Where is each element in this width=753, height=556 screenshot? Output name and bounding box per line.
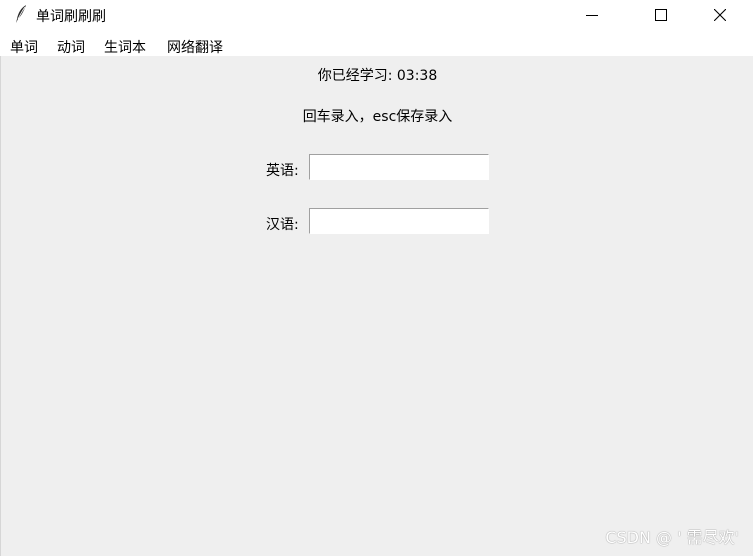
menu-item-vocabulary-book[interactable]: 生词本: [104, 37, 146, 57]
menu-item-verbs[interactable]: 动词: [57, 37, 85, 57]
main-panel: 你已经学习: 03:38 回车录入，esc保存录入 英语: 汉语: CSDN @…: [0, 56, 753, 556]
menu-bar: 单词 动词 生词本 网络翻译: [0, 30, 753, 56]
feather-icon: [12, 4, 30, 24]
menu-item-online-translate[interactable]: 网络翻译: [167, 37, 223, 57]
chinese-input[interactable]: [309, 208, 489, 234]
minimize-icon: [586, 15, 598, 16]
english-label: 英语:: [266, 163, 299, 179]
maximize-button[interactable]: [638, 0, 684, 30]
title-bar[interactable]: 单词刷刷刷: [0, 0, 753, 30]
menu-item-words[interactable]: 单词: [10, 37, 38, 57]
study-timer: 你已经学习: 03:38: [317, 68, 438, 84]
minimize-button[interactable]: [569, 0, 615, 30]
maximize-icon: [655, 9, 667, 21]
chinese-label: 汉语:: [266, 217, 299, 233]
close-icon: [714, 9, 726, 21]
watermark-text: CSDN @ ' 需尽欢': [605, 528, 739, 547]
window-title: 单词刷刷刷: [36, 9, 106, 25]
instruction-hint: 回车录入，esc保存录入: [302, 109, 453, 125]
english-input[interactable]: [309, 154, 489, 180]
close-button[interactable]: [697, 0, 743, 30]
